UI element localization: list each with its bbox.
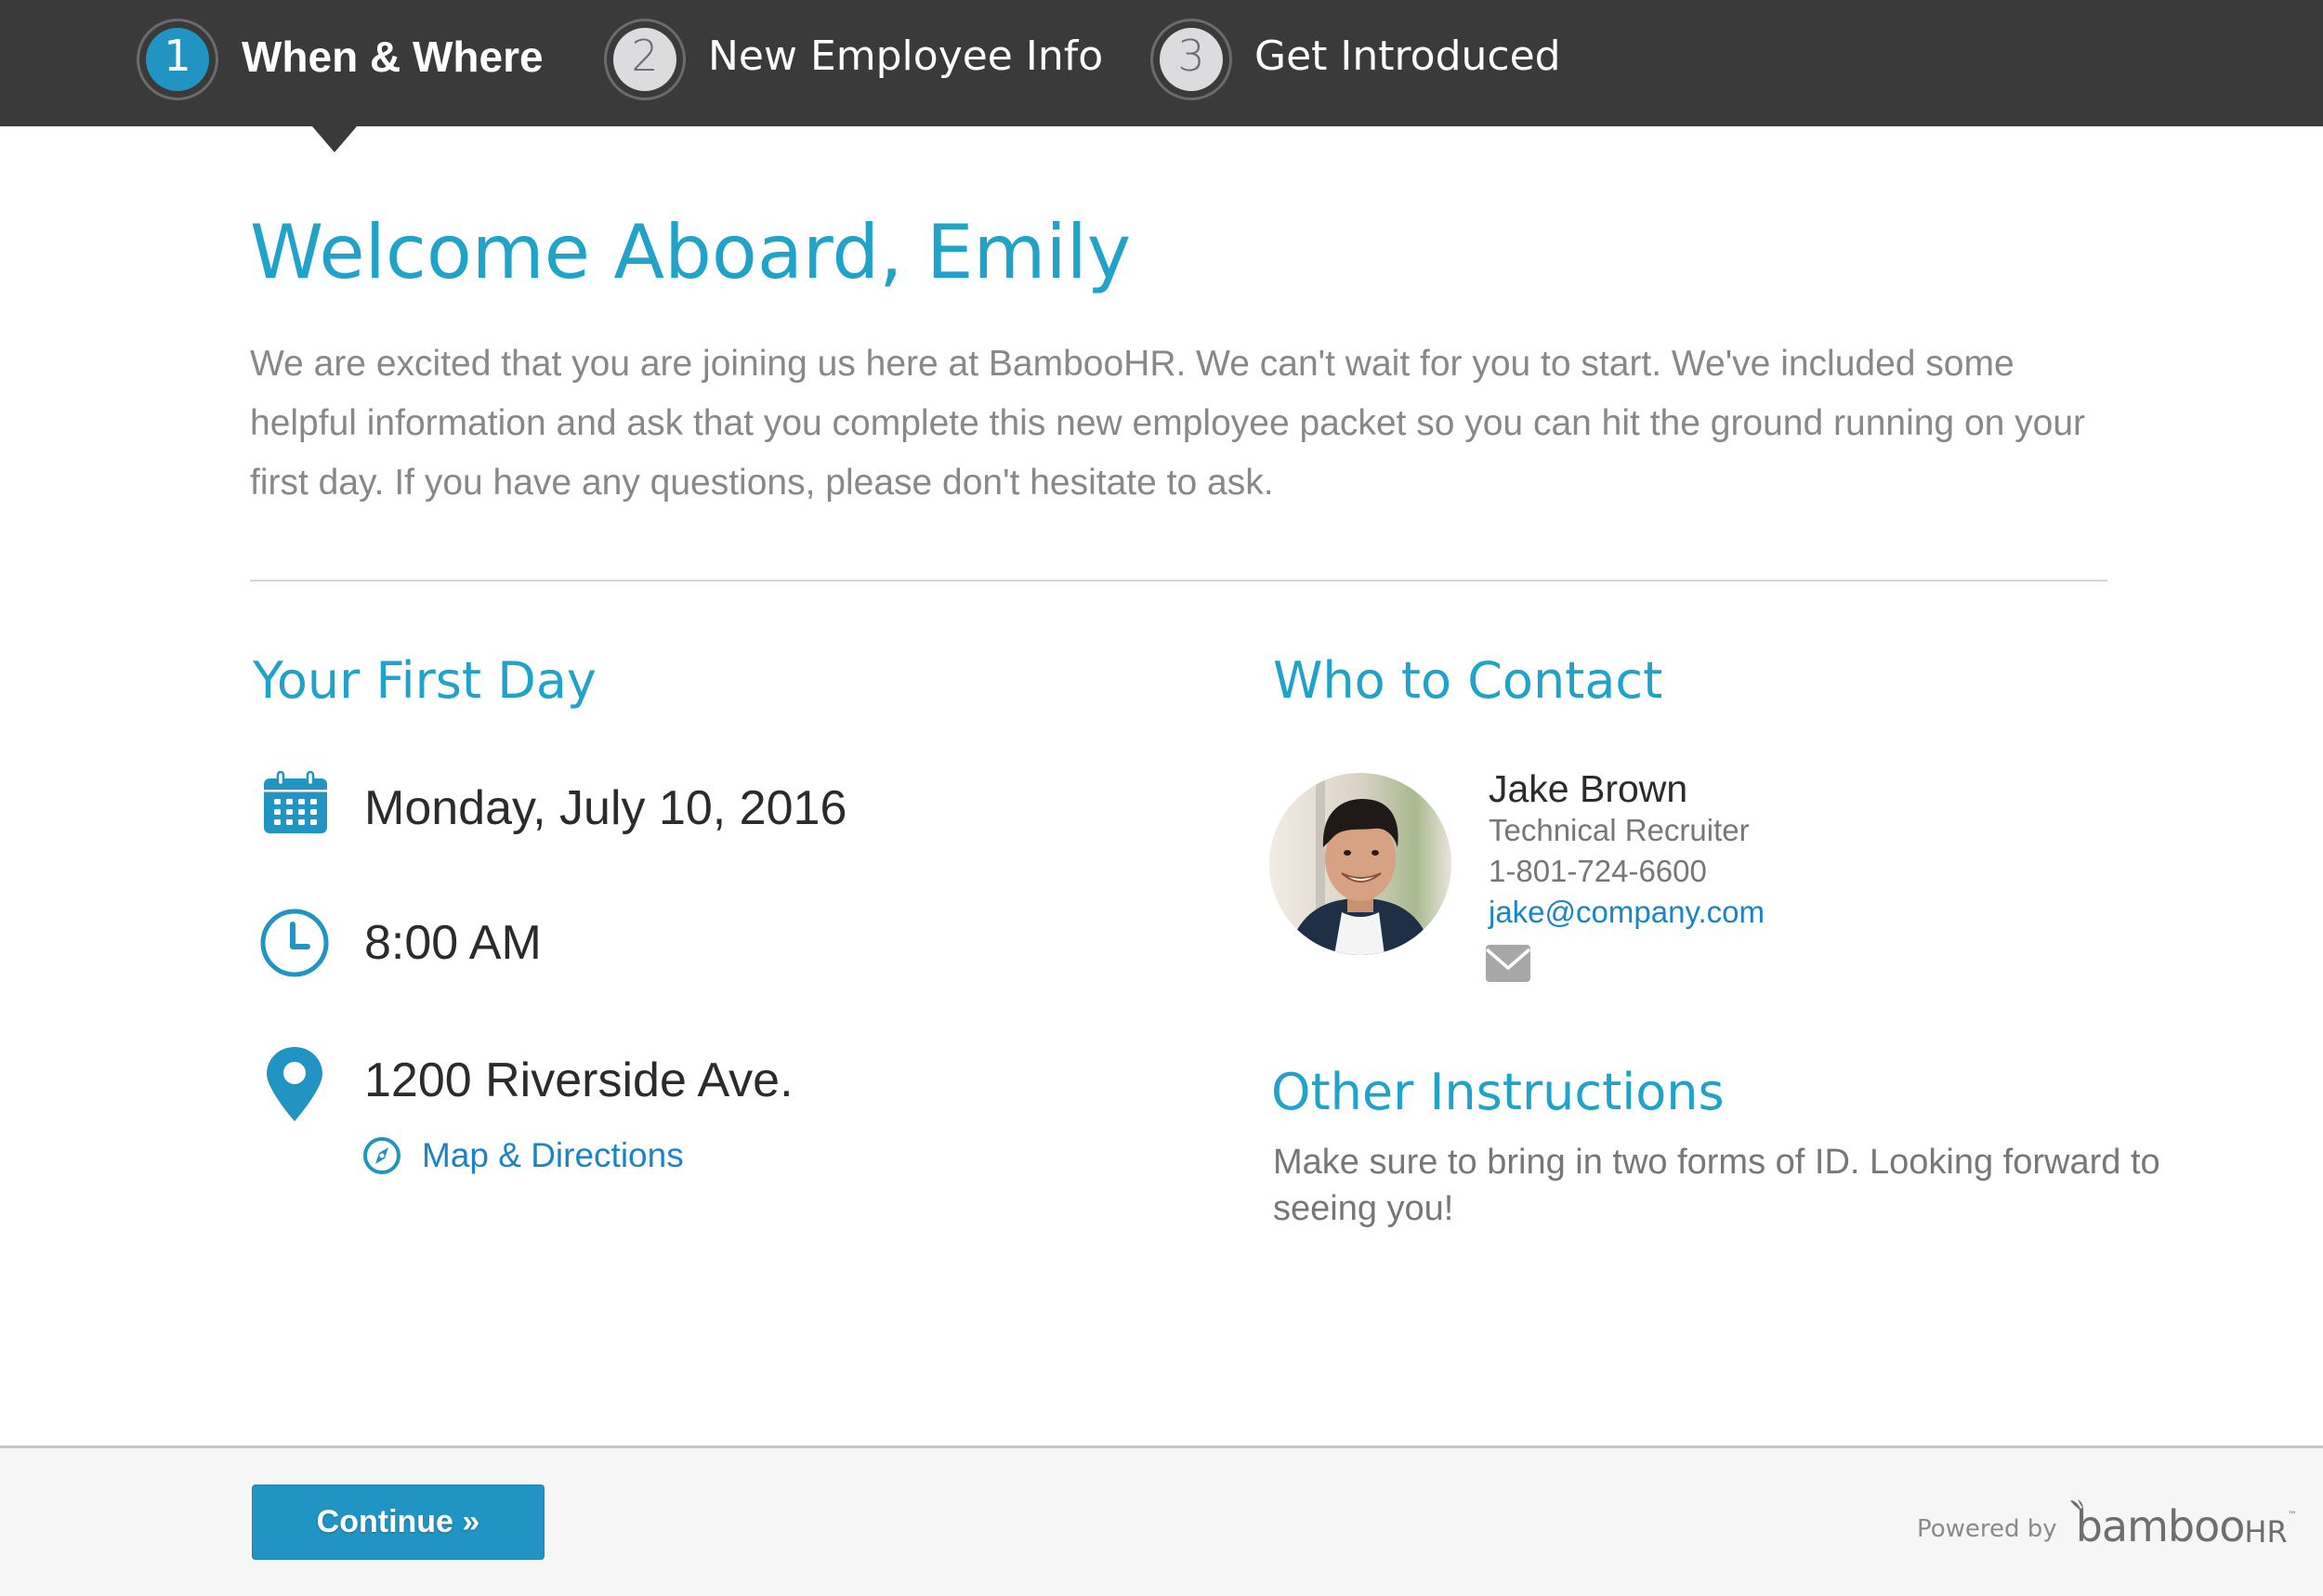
first-day-heading: Your First Day	[253, 651, 597, 710]
clock-icon	[260, 909, 329, 977]
powered-by: Powered by bamboo HR ™	[1917, 1499, 2297, 1557]
contact-job-title: Technical Recruiter	[1489, 813, 1750, 847]
instructions-heading: Other Instructions	[1271, 1063, 1725, 1121]
step-get-introduced[interactable]: 3 Get Introduced	[1150, 0, 1596, 126]
step-number-badge: 1	[146, 28, 209, 91]
step-number-badge: 3	[1160, 28, 1223, 91]
powered-by-text: Powered by	[1917, 1515, 2057, 1543]
continue-button[interactable]: Continue »	[252, 1485, 545, 1560]
start-time: 8:00 AM	[364, 916, 542, 970]
contact-avatar	[1269, 773, 1451, 955]
brand-bamboo-text: bamboo	[2075, 1501, 2246, 1551]
step-navigation-bar: 1 When & Where 2 New Employee Info 3 Get…	[0, 0, 2323, 126]
envelope-icon[interactable]	[1485, 944, 1531, 983]
step-number-badge: 2	[613, 28, 676, 91]
start-address: 1200 Riverside Ave.	[364, 1053, 794, 1107]
step-number-ring: 1	[137, 19, 218, 100]
map-pin-icon	[267, 1047, 322, 1121]
map-directions-link[interactable]: Map & Directions	[362, 1130, 684, 1182]
map-directions-label: Map & Directions	[422, 1136, 684, 1174]
welcome-message: We are excited that you are joining us h…	[250, 344, 2086, 503]
contact-name: Jake Brown	[1489, 767, 1688, 810]
step-label: Get Introduced	[1254, 33, 1561, 80]
step-label: New Employee Info	[708, 33, 1104, 80]
contact-heading: Who to Contact	[1273, 651, 1663, 710]
bamboohr-logo: bamboo HR ™	[2069, 1499, 2297, 1556]
step-label: When & Where	[242, 33, 544, 81]
page-title: Welcome Aboard, Emily	[250, 209, 1132, 295]
start-date: Monday, July 10, 2016	[364, 781, 847, 835]
calendar-icon	[264, 771, 327, 833]
contact-photo	[1269, 773, 1451, 955]
brand-trademark: ™	[2287, 1511, 2297, 1521]
active-step-pointer	[312, 126, 357, 152]
step-new-employee-info[interactable]: 2 New Employee Info	[604, 0, 1124, 126]
step-number-ring: 3	[1150, 19, 1232, 100]
step-when-and-where[interactable]: 1 When & Where	[137, 0, 545, 126]
compass-icon	[363, 1137, 400, 1174]
instructions-text: Make sure to bring in two forms of ID. L…	[1273, 1143, 2160, 1228]
bamboo-leaf-icon	[2069, 1499, 2083, 1511]
brand-hr-text: HR	[2244, 1514, 2288, 1550]
step-number-ring: 2	[604, 19, 686, 100]
section-divider	[250, 580, 2107, 582]
contact-phone: 1-801-724-6600	[1489, 854, 1707, 888]
contact-email-link[interactable]: jake@company.com	[1489, 892, 1765, 933]
